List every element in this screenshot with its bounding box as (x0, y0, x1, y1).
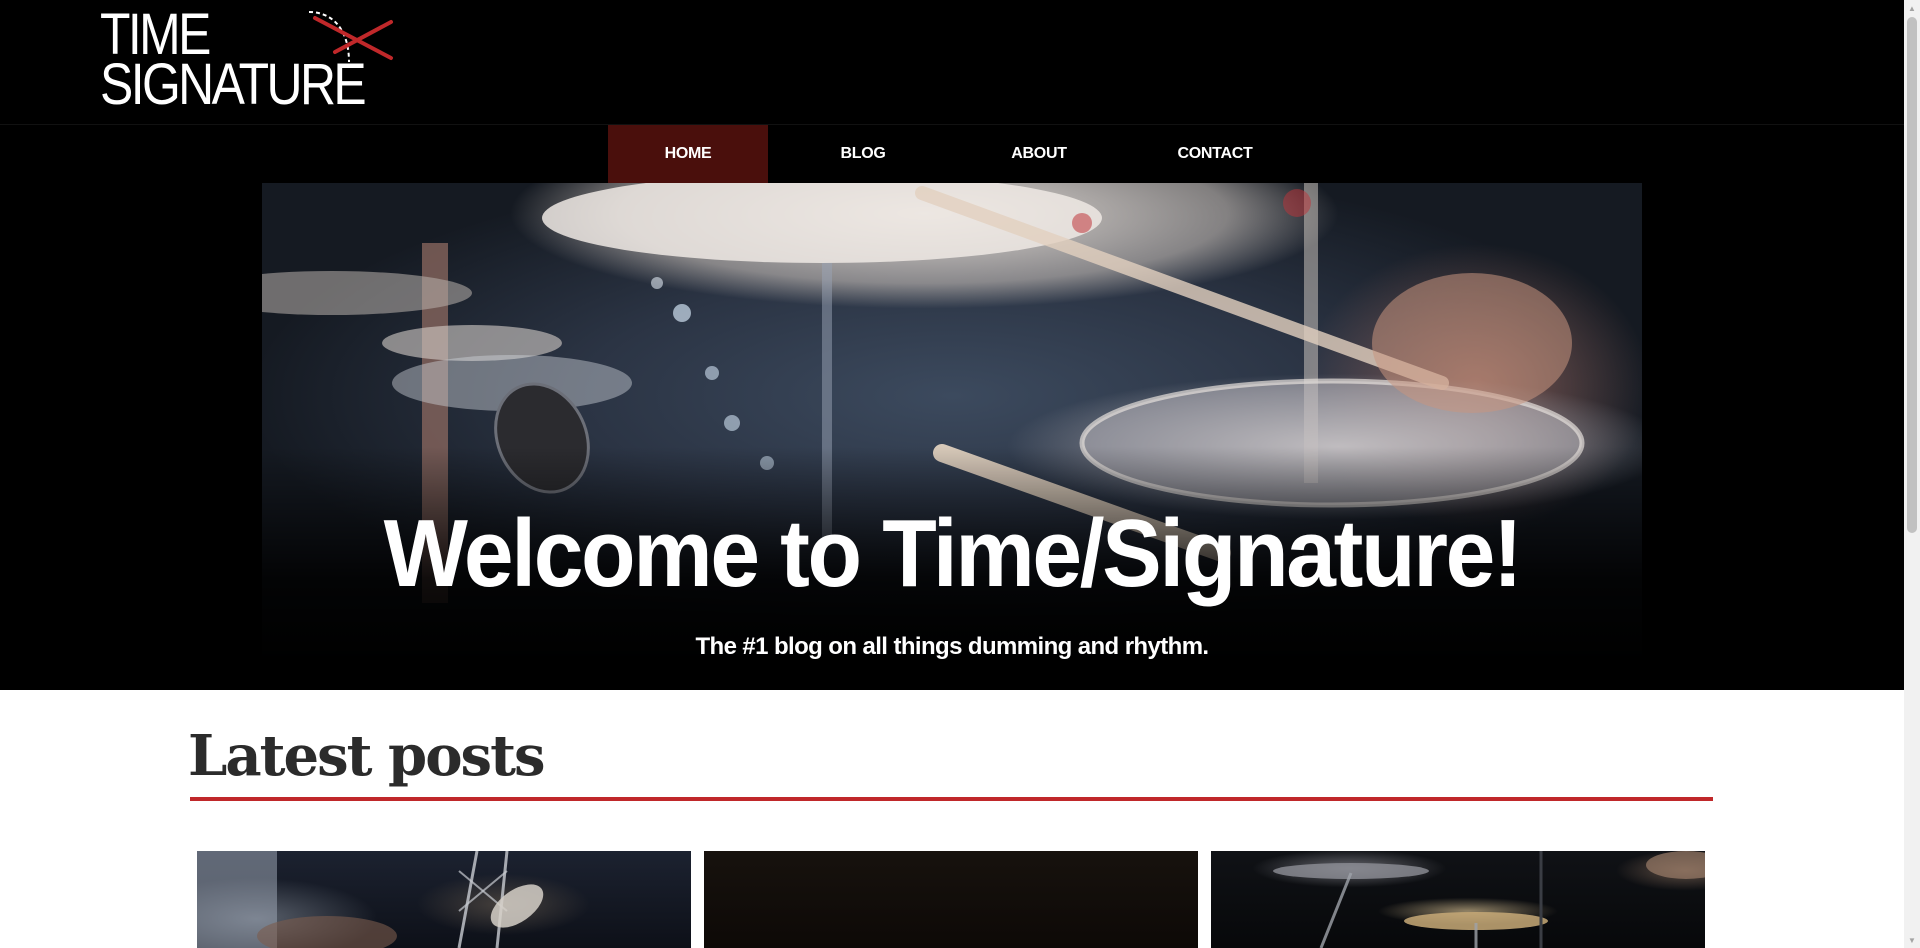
hero-subtitle: The #1 blog on all things dumming and rh… (695, 633, 1209, 660)
post-card-bass-guitar[interactable] (197, 851, 691, 948)
logo-text-signature: SIGNATURE (100, 52, 367, 117)
page: TIME SIGNATURE HOME BLOG ABOUT CONTACT W… (0, 0, 1904, 948)
main-nav: HOME BLOG ABOUT CONTACT (0, 124, 1904, 184)
bass-guitar-image (197, 851, 544, 948)
nav-item-blog[interactable]: BLOG (783, 125, 943, 183)
nav-item-about[interactable]: ABOUT (959, 125, 1119, 183)
hero-banner: Welcome to Time/Signature! The #1 blog o… (0, 183, 1904, 690)
scroll-up-arrow-icon[interactable]: ▲ (1904, 0, 1920, 16)
hero-title: Welcome to Time/Signature! (383, 500, 1523, 607)
scrollbar-thumb[interactable] (1907, 17, 1917, 533)
latest-posts-heading: Latest posts (188, 723, 545, 789)
section-divider (190, 797, 1713, 801)
post-card-cymbals[interactable] (1211, 851, 1705, 948)
nav-item-home[interactable]: HOME (608, 125, 768, 183)
cymbals-image (1273, 851, 1705, 948)
nav-item-contact[interactable]: CONTACT (1135, 125, 1295, 183)
site-header: TIME SIGNATURE (0, 0, 1904, 124)
page-scrollbar[interactable]: ▲ ▼ (1904, 0, 1920, 948)
hero-fade-overlay (0, 183, 1904, 690)
scroll-down-arrow-icon[interactable]: ▼ (1904, 932, 1920, 948)
site-logo[interactable]: TIME SIGNATURE (100, 6, 410, 114)
post-card-dark-stage[interactable] (704, 851, 1198, 948)
